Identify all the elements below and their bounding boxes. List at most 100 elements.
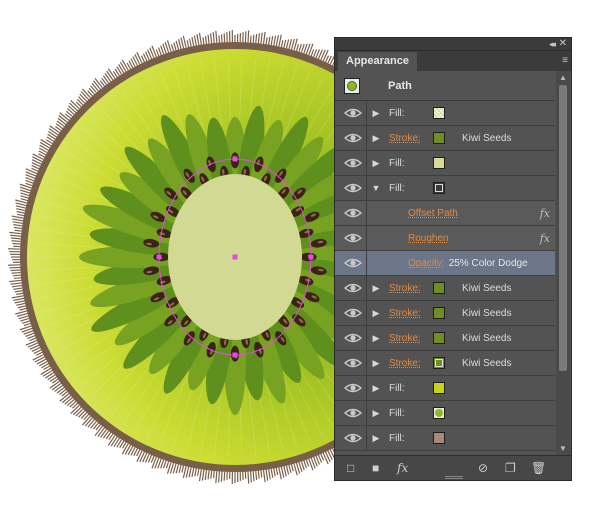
object-header-row[interactable]: Path <box>335 71 555 101</box>
color-swatch[interactable] <box>433 432 445 444</box>
swatch-name: Kiwi Seeds <box>462 358 512 369</box>
attribute-row[interactable]: ▶ Fill: <box>335 426 555 451</box>
appearance-attribute-list: ▶ Fill: ▶ Stroke: Kiwi Seeds ▶ Fill: ▼ Fill: Offs… <box>335 101 555 451</box>
disclosure-collapsed-icon[interactable]: ▶ <box>371 376 381 401</box>
object-type-label: Path <box>388 80 412 92</box>
disclosure-collapsed-icon[interactable]: ▶ <box>371 276 381 301</box>
visibility-eye-icon[interactable] <box>341 331 365 345</box>
swatch-name: Kiwi Seeds <box>462 308 512 319</box>
attribute-row[interactable]: ▶ Stroke: Kiwi Seeds <box>335 126 555 151</box>
add-new-stroke-icon[interactable]: □ <box>347 460 354 476</box>
visibility-eye-icon[interactable] <box>341 306 365 320</box>
opacity-control[interactable]: Opacity: 25% Color Dodge <box>408 251 528 276</box>
close-icon[interactable]: ✕ <box>559 38 567 50</box>
stroke-label[interactable]: Stroke: <box>389 301 421 326</box>
effect-fx-icon[interactable]: fx <box>540 226 550 251</box>
row-divider <box>366 426 367 450</box>
visibility-eye-icon[interactable] <box>341 206 365 220</box>
attribute-row[interactable]: ▶ Fill: <box>335 151 555 176</box>
row-divider <box>366 251 367 275</box>
row-divider <box>366 126 367 150</box>
disclosure-collapsed-icon[interactable]: ▶ <box>371 101 381 126</box>
color-swatch[interactable] <box>433 282 445 294</box>
color-swatch[interactable] <box>433 107 445 119</box>
attribute-row[interactable]: ▶ Fill: <box>335 376 555 401</box>
collapse-icon[interactable]: ◂◂ <box>549 38 556 50</box>
stroke-label[interactable]: Stroke: <box>389 126 421 151</box>
effect-row[interactable]: Roughen fx <box>335 226 555 251</box>
path-thumbnail-icon <box>344 78 360 94</box>
appearance-panel: ◂◂ ✕ Appearance ≡ Path ▶ Fill: ▶ Stroke: Kiw… <box>334 37 572 481</box>
visibility-eye-icon[interactable] <box>341 181 365 195</box>
visibility-eye-icon[interactable] <box>341 431 365 445</box>
visibility-eye-icon[interactable] <box>341 131 365 145</box>
row-divider <box>366 276 367 300</box>
disclosure-expanded-icon[interactable]: ▼ <box>371 176 381 201</box>
effect-row[interactable]: Offset Path fx <box>335 201 555 226</box>
panel-title-bar[interactable]: ◂◂ ✕ <box>335 38 571 51</box>
row-divider <box>366 226 367 250</box>
scroll-up-icon[interactable]: ▲ <box>559 73 567 82</box>
row-divider <box>366 326 367 350</box>
disclosure-collapsed-icon[interactable]: ▶ <box>371 326 381 351</box>
visibility-eye-icon[interactable] <box>341 106 365 120</box>
disclosure-collapsed-icon[interactable]: ▶ <box>371 301 381 326</box>
fill-label: Fill: <box>389 433 405 444</box>
effect-link[interactable]: Roughen <box>408 226 449 251</box>
visibility-eye-icon[interactable] <box>341 281 365 295</box>
visibility-eye-icon[interactable] <box>341 256 365 270</box>
row-divider <box>366 176 367 200</box>
row-divider <box>366 351 367 375</box>
add-new-fill-icon[interactable]: ■ <box>372 460 379 476</box>
opacity-row[interactable]: Opacity: 25% Color Dodge <box>335 251 555 276</box>
resize-grip[interactable] <box>445 476 463 479</box>
visibility-eye-icon[interactable] <box>341 406 365 420</box>
color-swatch[interactable] <box>433 182 445 194</box>
visibility-eye-icon[interactable] <box>341 356 365 370</box>
panel-menu-icon[interactable]: ≡ <box>562 56 568 66</box>
scrollbar[interactable]: ▲ ▼ <box>556 71 570 455</box>
disclosure-collapsed-icon[interactable]: ▶ <box>371 126 381 151</box>
color-swatch[interactable] <box>433 357 445 369</box>
fill-label: Fill: <box>389 108 405 119</box>
color-swatch[interactable] <box>433 332 445 344</box>
attribute-row[interactable]: ▶ Stroke: Kiwi Seeds <box>335 326 555 351</box>
disclosure-collapsed-icon[interactable]: ▶ <box>371 151 381 176</box>
visibility-eye-icon[interactable] <box>341 381 365 395</box>
attribute-row[interactable]: ▶ Fill: <box>335 101 555 126</box>
effect-link[interactable]: Offset Path <box>408 201 458 226</box>
duplicate-item-icon[interactable]: ❐ <box>505 460 516 476</box>
color-swatch[interactable] <box>433 132 445 144</box>
disclosure-collapsed-icon[interactable]: ▶ <box>371 351 381 376</box>
swatch-name: Kiwi Seeds <box>462 133 512 144</box>
fill-label: Fill: <box>389 183 405 194</box>
add-new-effect-icon[interactable]: fx <box>397 460 408 476</box>
attribute-row[interactable]: ▶ Stroke: Kiwi Seeds <box>335 301 555 326</box>
attribute-row[interactable]: ▶ Stroke: Kiwi Seeds <box>335 351 555 376</box>
color-swatch[interactable] <box>433 382 445 394</box>
clear-appearance-icon[interactable]: ⊘ <box>478 460 488 476</box>
disclosure-collapsed-icon[interactable]: ▶ <box>371 401 381 426</box>
tab-appearance[interactable]: Appearance <box>338 52 417 71</box>
row-divider <box>366 301 367 325</box>
attribute-row[interactable]: ▼ Fill: <box>335 176 555 201</box>
opacity-label[interactable]: Opacity: <box>408 258 445 269</box>
opacity-value: 25% Color Dodge <box>448 258 528 269</box>
attribute-row[interactable]: ▶ Stroke: Kiwi Seeds <box>335 276 555 301</box>
delete-item-icon[interactable]: 🗑 <box>531 460 546 476</box>
visibility-eye-icon[interactable] <box>341 231 365 245</box>
stroke-label[interactable]: Stroke: <box>389 326 421 351</box>
stroke-label[interactable]: Stroke: <box>389 276 421 301</box>
color-swatch[interactable] <box>433 307 445 319</box>
row-divider <box>366 101 367 125</box>
visibility-eye-icon[interactable] <box>341 156 365 170</box>
disclosure-collapsed-icon[interactable]: ▶ <box>371 426 381 451</box>
color-swatch[interactable] <box>433 157 445 169</box>
stroke-label[interactable]: Stroke: <box>389 351 421 376</box>
color-swatch[interactable] <box>433 407 445 419</box>
row-divider <box>366 151 367 175</box>
scroll-thumb[interactable] <box>559 85 567 371</box>
effect-fx-icon[interactable]: fx <box>540 201 550 226</box>
attribute-row[interactable]: ▶ Fill: <box>335 401 555 426</box>
scroll-down-icon[interactable]: ▼ <box>559 444 567 453</box>
